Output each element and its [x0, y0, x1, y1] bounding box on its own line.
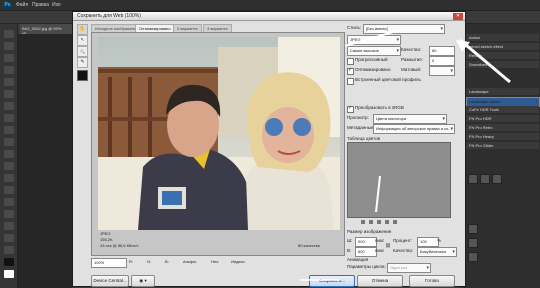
annotation-arrows: [300, 29, 511, 281]
arrow-to-image-size: [375, 175, 381, 213]
arrow-to-quality: [459, 38, 511, 84]
arrow-to-format: [344, 29, 401, 47]
